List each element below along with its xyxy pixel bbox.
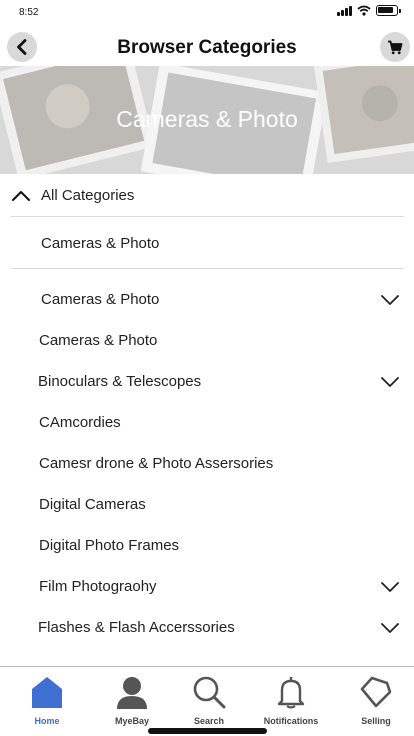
category-label: Cameras & Photo [39,332,158,349]
banner-title: Cameras & Photo [116,106,298,132]
all-categories-label: All Categories [41,187,135,204]
category-label: Flashes & Flash Accerssories [38,619,235,636]
tab-home[interactable]: Home [7,675,87,726]
category-label: Film Photograohy [39,578,157,595]
all-categories-toggle[interactable]: All Categories [0,176,414,216]
divider [11,216,404,217]
page-title: Browser Categories [117,37,297,58]
status-bar: 8:52 [0,0,414,26]
tab-bar: Home MyeBay Search Notifications Selling [0,666,414,736]
tab-label: Selling [361,716,391,726]
category-item[interactable]: Camesr drone & Photo Assersories [0,445,414,486]
header: Browser Categories [0,28,414,66]
chevron-down-icon[interactable] [380,294,400,306]
tab-label: MyeBay [114,716,150,726]
category-label: Digital Cameras [39,496,146,513]
tab-selling[interactable]: Selling [336,675,414,726]
category-item[interactable]: CAmcordies [0,404,414,445]
search-icon [193,676,226,709]
status-time: 8:52 [19,7,39,18]
chevron-down-icon[interactable] [380,622,400,634]
person-icon [117,677,147,709]
category-item[interactable]: Digital Cameras [0,486,414,527]
category-item[interactable]: Digital Photo Frames [0,527,414,568]
tab-label: Home [34,716,60,726]
cart-button[interactable] [380,32,410,62]
chevron-down-icon[interactable] [380,376,400,388]
category-label: Camesr drone & Photo Assersories [39,455,274,472]
category-label: CAmcordies [39,414,121,431]
chevron-up-icon [12,191,30,201]
category-label: Binoculars & Telescopes [38,373,202,390]
category-banner: Cameras & Photo [0,66,414,174]
home-indicator [148,728,267,734]
category-item[interactable]: Flashes & Flash Accerssories [0,609,414,650]
category-label: Digital Photo Frames [39,537,180,554]
category-list: Cameras & Photo Cameras & Photo Binocula… [0,281,414,650]
tab-search[interactable]: Search [169,675,249,726]
wifi-icon [357,5,371,16]
tag-icon [360,676,392,708]
tab-notifications[interactable]: Notifications [251,675,331,726]
signal-icon [337,5,352,16]
tab-label: Notifications [263,716,319,726]
home-icon [32,677,62,708]
divider [11,268,404,269]
status-icons [337,5,401,16]
category-item[interactable]: Binoculars & Telescopes [0,363,414,404]
selected-category[interactable]: Cameras & Photo [41,235,159,252]
category-item[interactable]: Cameras & Photo [0,281,414,322]
category-item[interactable]: Film Photograohy [0,568,414,609]
battery-icon [376,5,401,16]
tab-myebay[interactable]: MyeBay [92,675,172,726]
cart-icon [388,40,403,54]
category-label: Cameras & Photo [41,291,160,308]
chevron-down-icon[interactable] [380,581,400,593]
tab-label: Search [193,716,225,726]
category-item[interactable]: Cameras & Photo [0,322,414,363]
bell-icon [277,677,305,709]
